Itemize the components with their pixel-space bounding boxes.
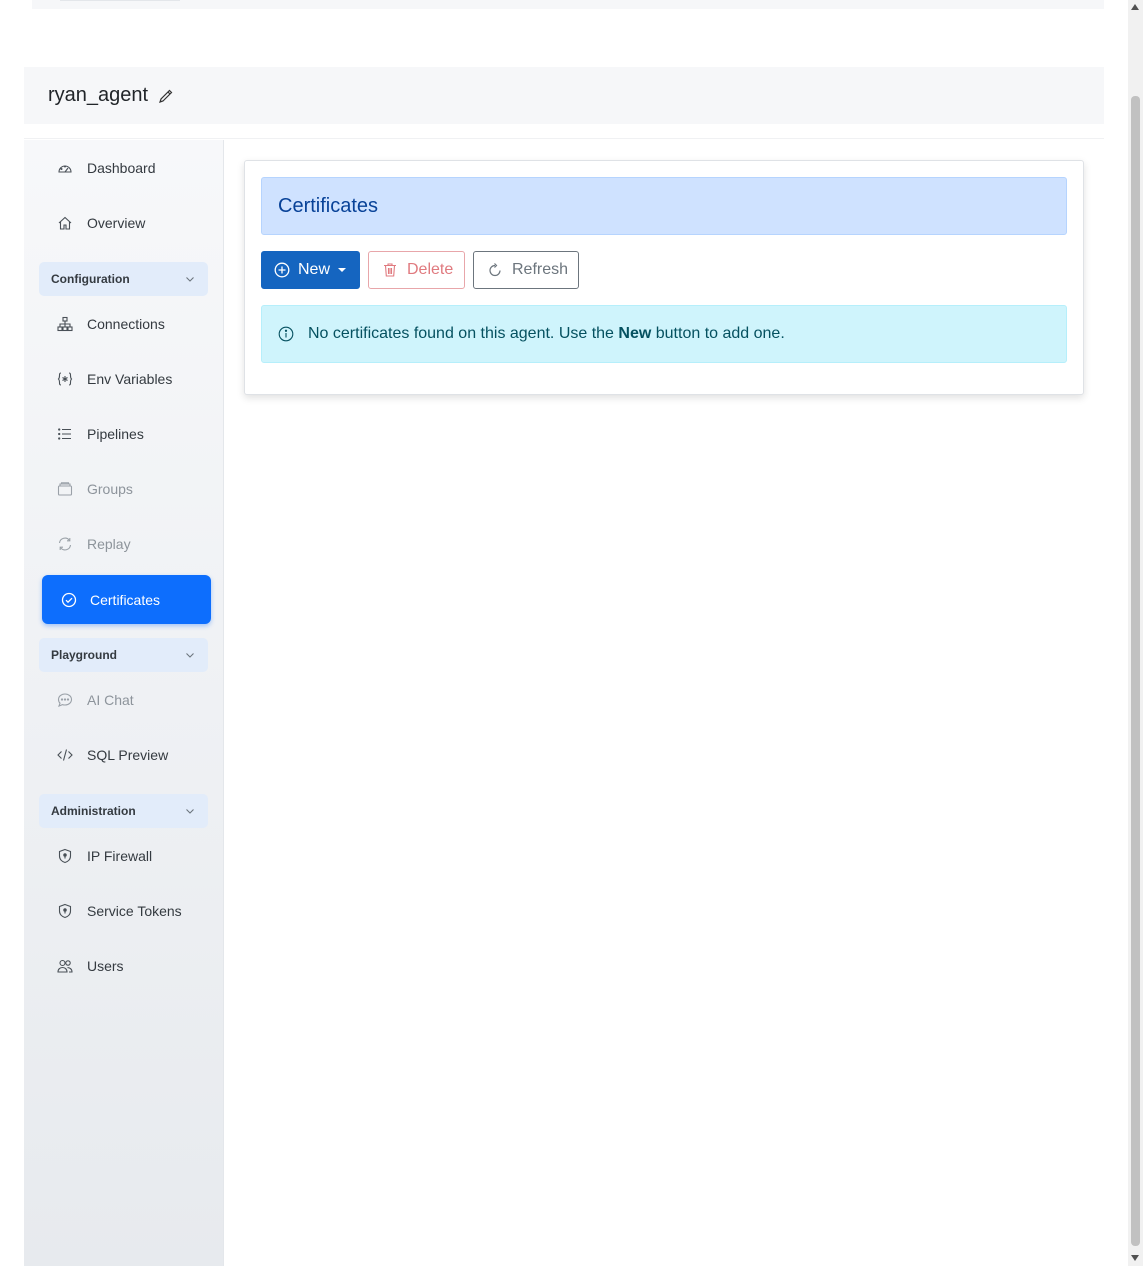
sidebar-item-label: Certificates bbox=[90, 591, 161, 608]
refresh-icon bbox=[487, 262, 503, 278]
sidebar-item-certificates[interactable]: Certificates bbox=[42, 575, 211, 624]
section-label: Playground bbox=[51, 648, 118, 662]
braces-asterisk-icon bbox=[56, 370, 74, 388]
diagram-icon bbox=[56, 315, 74, 333]
alert-text-after: button to add one. bbox=[651, 325, 785, 342]
sidebar: Dashboard Overview Configuration Connect… bbox=[24, 140, 224, 1266]
shield-icon bbox=[56, 847, 74, 865]
scrollbar[interactable] bbox=[1128, 0, 1143, 1266]
section-playground[interactable]: Playground bbox=[39, 638, 208, 672]
patch-check-icon bbox=[60, 591, 78, 609]
sidebar-item-label: SQL Preview bbox=[87, 747, 169, 763]
sidebar-item-label: Env Variables bbox=[87, 371, 173, 387]
header-divider bbox=[24, 138, 1104, 139]
certificates-card: Certificates New Delete Refresh No certi… bbox=[244, 160, 1084, 395]
sidebar-item-label: Connections bbox=[87, 316, 165, 332]
top-strip bbox=[32, 0, 1104, 9]
chevron-down-icon bbox=[184, 273, 196, 285]
section-configuration[interactable]: Configuration bbox=[39, 262, 208, 296]
alert-text-before: No certificates found on this agent. Use… bbox=[308, 325, 619, 342]
sidebar-item-label: Overview bbox=[87, 215, 146, 231]
refresh-button[interactable]: Refresh bbox=[473, 251, 579, 289]
sidebar-item-sql-preview[interactable]: SQL Preview bbox=[42, 731, 210, 779]
sidebar-item-service-tokens[interactable]: Service Tokens bbox=[42, 887, 210, 935]
sidebar-item-label: IP Firewall bbox=[87, 848, 153, 864]
chat-dots-icon bbox=[56, 691, 74, 709]
home-icon bbox=[56, 214, 74, 232]
delete-button-label: Delete bbox=[407, 261, 454, 278]
agent-header: ryan_agent bbox=[24, 67, 1104, 124]
section-label: Configuration bbox=[51, 272, 130, 286]
chevron-down-icon bbox=[184, 649, 196, 661]
repeat-icon bbox=[56, 535, 74, 553]
sidebar-item-env-variables[interactable]: Env Variables bbox=[42, 355, 210, 403]
sidebar-item-connections[interactable]: Connections bbox=[42, 300, 210, 348]
page-title: Certificates bbox=[261, 177, 1067, 235]
archive-icon bbox=[56, 480, 74, 498]
sidebar-item-replay[interactable]: Replay bbox=[42, 520, 210, 568]
sidebar-item-label: Dashboard bbox=[87, 160, 156, 176]
shield-icon bbox=[56, 902, 74, 920]
people-icon bbox=[56, 957, 74, 975]
chevron-down-icon bbox=[184, 805, 196, 817]
sidebar-item-label: Users bbox=[87, 958, 124, 974]
plus-circle-icon bbox=[274, 262, 290, 278]
section-administration[interactable]: Administration bbox=[39, 794, 208, 828]
refresh-button-label: Refresh bbox=[512, 261, 569, 278]
sidebar-item-overview[interactable]: Overview bbox=[42, 199, 210, 247]
sidebar-item-label: Groups bbox=[87, 481, 133, 497]
sidebar-item-users[interactable]: Users bbox=[42, 942, 210, 990]
caret-down-icon bbox=[338, 268, 347, 272]
new-button-label: New bbox=[298, 261, 331, 278]
alert-text: No certificates found on this agent. Use… bbox=[308, 325, 785, 343]
agent-name: ryan_agent bbox=[48, 84, 149, 106]
scroll-up-arrow-icon[interactable] bbox=[1131, 4, 1139, 10]
sidebar-item-label: Replay bbox=[87, 536, 131, 552]
pencil-icon[interactable] bbox=[158, 88, 174, 104]
list-icon bbox=[56, 425, 74, 443]
section-label: Administration bbox=[51, 804, 136, 818]
info-circle-icon bbox=[278, 326, 294, 342]
sidebar-item-ai-chat[interactable]: AI Chat bbox=[42, 676, 210, 724]
new-button[interactable]: New bbox=[261, 251, 360, 289]
delete-button[interactable]: Delete bbox=[368, 251, 465, 289]
sidebar-item-pipelines[interactable]: Pipelines bbox=[42, 410, 210, 458]
sidebar-item-dashboard[interactable]: Dashboard bbox=[42, 144, 210, 192]
code-slash-icon bbox=[56, 746, 74, 764]
sidebar-item-groups[interactable]: Groups bbox=[42, 465, 210, 513]
alert-text-bold: New bbox=[618, 325, 652, 342]
sidebar-item-label: AI Chat bbox=[87, 692, 134, 708]
sidebar-item-label: Pipelines bbox=[87, 426, 144, 442]
scroll-thumb[interactable] bbox=[1131, 96, 1140, 1246]
sidebar-item-ip-firewall[interactable]: IP Firewall bbox=[42, 832, 210, 880]
trash-icon bbox=[382, 262, 398, 278]
dashboard-gauge-icon bbox=[56, 159, 74, 177]
scroll-down-arrow-icon[interactable] bbox=[1131, 1255, 1139, 1261]
empty-state-alert: No certificates found on this agent. Use… bbox=[261, 305, 1067, 363]
sidebar-item-label: Service Tokens bbox=[87, 903, 182, 919]
